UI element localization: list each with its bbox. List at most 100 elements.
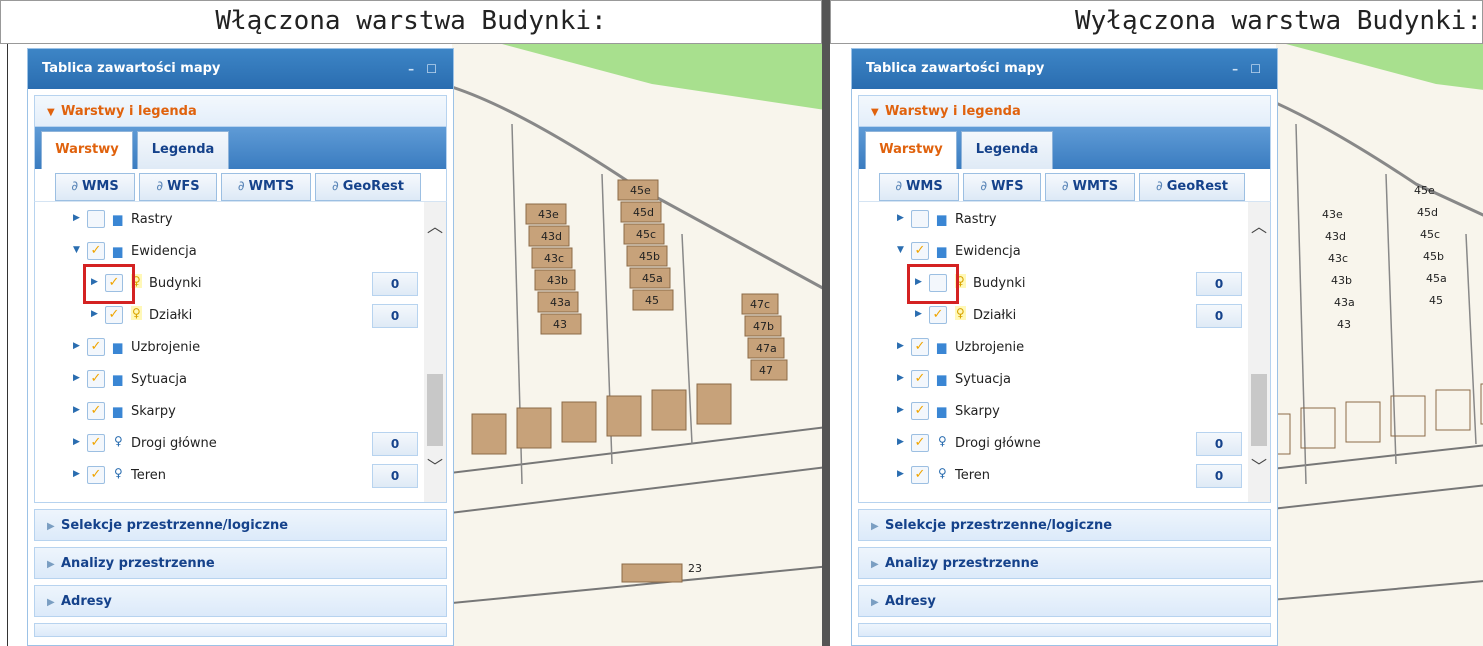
tree-row-dzialki[interactable]: ▶ ✓ ♀ Działki 0	[35, 300, 422, 332]
layer-checkbox[interactable]: ✓	[87, 402, 105, 420]
folder-icon: ▆	[113, 372, 123, 386]
section-selections[interactable]: ▶ Selekcje przestrzenne/logiczne	[34, 509, 447, 541]
tab-wmts[interactable]: ∂ WMTS	[221, 173, 311, 201]
layer-checkbox[interactable]: ✓	[929, 306, 947, 324]
tree-row-rastry[interactable]: ▶ ▆ Rastry	[35, 204, 422, 236]
tab-wms[interactable]: ∂ WMS	[55, 173, 135, 201]
link-icon: ∂	[237, 179, 245, 194]
bulb-icon: ♀	[131, 306, 142, 320]
section-layers-legend[interactable]: ▼ Warstwy i legenda	[858, 95, 1271, 127]
building-label: 45a	[1426, 272, 1447, 285]
map-canvas[interactable]: 43e43d43c43b43a4345e45d45c45b45a4547c47b…	[1276, 44, 1483, 646]
scroll-down-icon[interactable]: ﹀	[1248, 454, 1270, 480]
panel-tools[interactable]: – ☐	[408, 49, 441, 89]
section-analyses[interactable]: ▶ Analizy przestrzenne	[34, 547, 447, 579]
layer-checkbox[interactable]: ✓	[105, 306, 123, 324]
layer-checkbox[interactable]: ✓	[911, 434, 929, 452]
tree-row-skarpy[interactable]: ▶ ✓ ▆ Skarpy	[859, 396, 1246, 428]
tab-legenda[interactable]: Legenda	[961, 131, 1053, 169]
folder-icon: ▆	[937, 404, 947, 418]
layer-checkbox[interactable]: ✓	[87, 338, 105, 356]
tab-georest[interactable]: ∂ GeoRest	[315, 173, 421, 201]
section-addresses[interactable]: ▶ Adresy	[858, 585, 1271, 617]
layer-checkbox[interactable]: ✓	[87, 242, 105, 260]
map-view[interactable]: 43e43d43c43b43a4345e45d45c45b45a4547c47b…	[1276, 44, 1483, 646]
feature-count[interactable]: 0	[372, 272, 418, 296]
map-background	[1276, 44, 1483, 646]
expand-arrow-icon[interactable]: ▶	[897, 437, 904, 447]
layer-checkbox[interactable]: ✓	[911, 338, 929, 356]
panel-header[interactable]: Tablica zawartości mapy – ☐	[28, 49, 453, 89]
tree-row-uzbrojenie[interactable]: ▶ ✓ ▆ Uzbrojenie	[35, 332, 422, 364]
panel-header[interactable]: Tablica zawartości mapy – ☐	[852, 49, 1277, 89]
tab-warstwy[interactable]: Warstwy	[865, 131, 957, 169]
tree-row-skarpy[interactable]: ▶ ✓ ▆ Skarpy	[35, 396, 422, 428]
tab-wmts[interactable]: ∂ WMTS	[1045, 173, 1135, 201]
tree-row-dzialki[interactable]: ▶ ✓ ♀ Działki 0	[859, 300, 1246, 332]
tab-georest[interactable]: ∂ GeoRest	[1139, 173, 1245, 201]
expand-arrow-icon[interactable]: ▶	[73, 437, 80, 447]
section-addresses[interactable]: ▶ Adresy	[34, 585, 447, 617]
section-more[interactable]	[34, 623, 447, 637]
tab-legenda[interactable]: Legenda	[137, 131, 229, 169]
collapse-arrow-icon[interactable]: ▼	[73, 245, 80, 255]
layer-checkbox[interactable]	[911, 210, 929, 228]
expand-arrow-icon[interactable]: ▶	[73, 373, 80, 383]
expand-arrow-icon[interactable]: ▶	[73, 341, 80, 351]
scroll-up-icon[interactable]: ︿	[1248, 214, 1270, 240]
tab-warstwy[interactable]: Warstwy	[41, 131, 133, 169]
expand-arrow-icon[interactable]: ▶	[915, 309, 922, 319]
tree-row-uzbrojenie[interactable]: ▶ ✓ ▆ Uzbrojenie	[859, 332, 1246, 364]
section-more[interactable]	[858, 623, 1271, 637]
section-layers-legend[interactable]: ▼ Warstwy i legenda	[34, 95, 447, 127]
expand-arrow-icon[interactable]: ▶	[897, 213, 904, 223]
layer-checkbox[interactable]: ✓	[911, 370, 929, 388]
layer-checkbox[interactable]: ✓	[911, 242, 929, 260]
tree-row-drogi[interactable]: ▶ ✓ ♀ Drogi główne 0	[35, 428, 422, 460]
tree-row-rastry[interactable]: ▶ ▆ Rastry	[859, 204, 1246, 236]
tree-row-teren[interactable]: ▶ ✓ ♀ Teren 0	[859, 460, 1246, 492]
feature-count[interactable]: 0	[372, 304, 418, 328]
scroll-thumb[interactable]	[427, 374, 443, 446]
map-view[interactable]: 43e43d43c43b43a4345e45d45c45b45a4547c47b…	[452, 44, 822, 646]
section-analyses[interactable]: ▶ Analizy przestrzenne	[858, 547, 1271, 579]
scrollbar[interactable]: ︿ ﹀	[1248, 202, 1270, 502]
collapse-arrow-icon[interactable]: ▼	[897, 245, 904, 255]
layer-checkbox[interactable]: ✓	[87, 434, 105, 452]
layer-checkbox[interactable]: ✓	[87, 466, 105, 484]
expand-arrow-icon[interactable]: ▶	[73, 469, 80, 479]
tab-wfs[interactable]: ∂ WFS	[139, 173, 217, 201]
layer-checkbox[interactable]: ✓	[87, 370, 105, 388]
map-canvas[interactable]: 43e43d43c43b43a4345e45d45c45b45a4547c47b…	[452, 44, 822, 646]
scroll-up-icon[interactable]: ︿	[424, 214, 446, 240]
tree-row-drogi[interactable]: ▶ ✓ ♀ Drogi główne 0	[859, 428, 1246, 460]
link-icon: ∂	[1061, 179, 1069, 194]
layer-checkbox[interactable]: ✓	[911, 402, 929, 420]
tree-row-teren[interactable]: ▶ ✓ ♀ Teren 0	[35, 460, 422, 492]
expand-arrow-icon[interactable]: ▶	[91, 309, 98, 319]
expand-arrow-icon[interactable]: ▶	[897, 469, 904, 479]
expand-arrow-icon[interactable]: ▶	[73, 405, 80, 415]
feature-count[interactable]: 0	[1196, 432, 1242, 456]
layer-checkbox[interactable]	[87, 210, 105, 228]
layer-checkbox[interactable]: ✓	[911, 466, 929, 484]
feature-count[interactable]: 0	[372, 432, 418, 456]
expand-arrow-icon[interactable]: ▶	[897, 405, 904, 415]
expand-arrow-icon[interactable]: ▶	[73, 213, 80, 223]
building-label: 45a	[642, 272, 663, 285]
scroll-down-icon[interactable]: ﹀	[424, 454, 446, 480]
expand-arrow-icon[interactable]: ▶	[897, 341, 904, 351]
feature-count[interactable]: 0	[1196, 272, 1242, 296]
tab-wfs[interactable]: ∂ WFS	[963, 173, 1041, 201]
feature-count[interactable]: 0	[372, 464, 418, 488]
panel-tools[interactable]: – ☐	[1232, 49, 1265, 89]
feature-count[interactable]: 0	[1196, 304, 1242, 328]
section-selections[interactable]: ▶ Selekcje przestrzenne/logiczne	[858, 509, 1271, 541]
feature-count[interactable]: 0	[1196, 464, 1242, 488]
scrollbar[interactable]: ︿ ﹀	[424, 202, 446, 502]
expand-arrow-icon[interactable]: ▶	[897, 373, 904, 383]
scroll-thumb[interactable]	[1251, 374, 1267, 446]
tree-row-sytuacja[interactable]: ▶ ✓ ▆ Sytuacja	[859, 364, 1246, 396]
tree-row-sytuacja[interactable]: ▶ ✓ ▆ Sytuacja	[35, 364, 422, 396]
tab-wms[interactable]: ∂ WMS	[879, 173, 959, 201]
